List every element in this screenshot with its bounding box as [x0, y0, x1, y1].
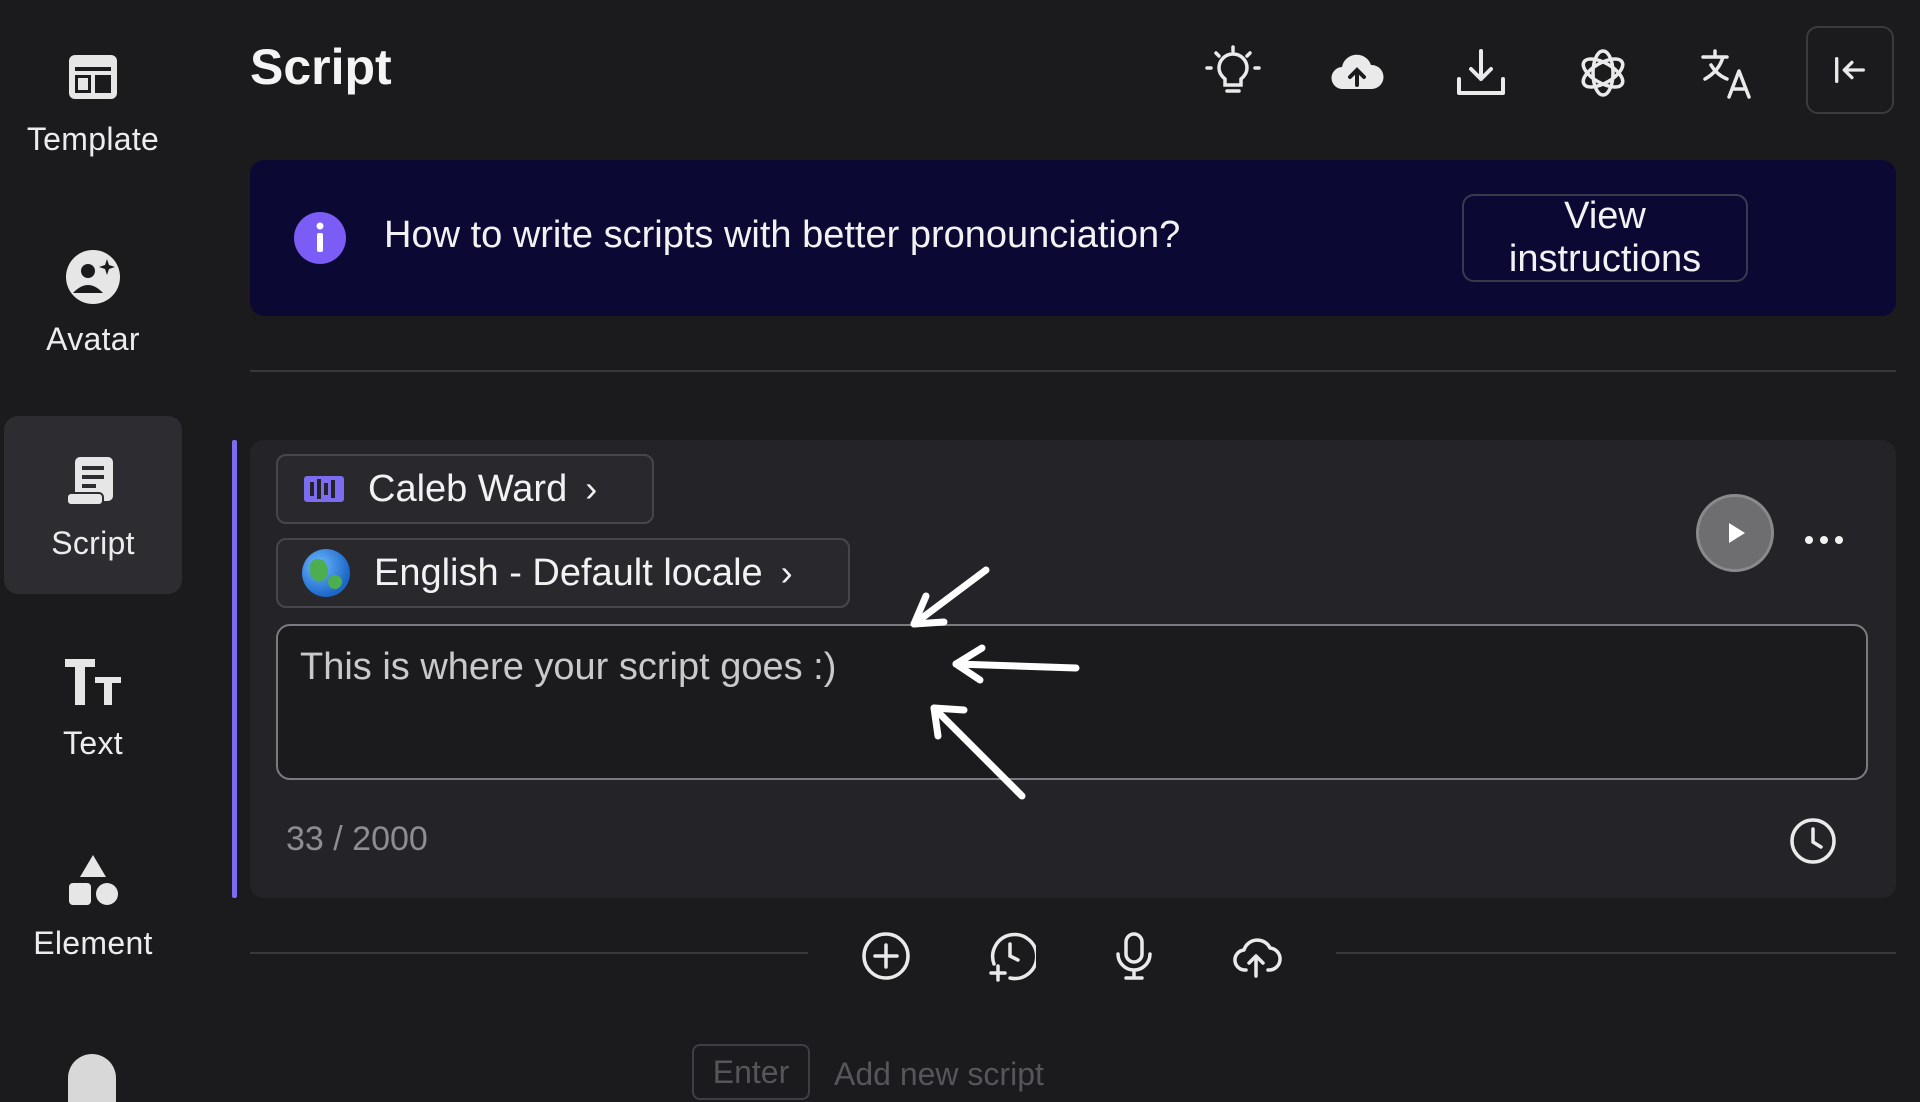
play-icon — [1729, 523, 1745, 543]
sidebar-item-script[interactable]: Script — [4, 416, 182, 594]
text-icon — [65, 658, 121, 705]
save-cloud-button[interactable] — [1322, 38, 1392, 108]
sidebar-item-text[interactable]: Text — [4, 616, 182, 794]
locale-name: English - Default locale — [374, 551, 763, 594]
add-new-script-hint: Add new script — [834, 1056, 1044, 1092]
chevron-right-icon: › — [585, 468, 598, 509]
sidebar-partial-icon[interactable] — [68, 1054, 116, 1102]
character-counter: 33 / 2000 — [286, 820, 428, 858]
clock-icon[interactable] — [1788, 816, 1838, 866]
more-horizontal-icon — [1805, 536, 1843, 544]
sidebar: Template Avatar Script Text Element — [0, 0, 188, 1102]
template-icon — [69, 54, 117, 99]
script-icon — [66, 456, 113, 506]
collapse-panel-icon — [1835, 56, 1865, 84]
record-voice-button[interactable] — [1106, 928, 1162, 984]
download-button[interactable] — [1446, 38, 1516, 108]
divider — [1336, 952, 1896, 954]
sidebar-item-label: Template — [26, 120, 160, 157]
translate-button[interactable] — [1692, 38, 1762, 108]
voice-waveform-icon — [304, 476, 344, 502]
chevron-right-icon: › — [780, 552, 793, 593]
annotation-arrows — [910, 566, 1080, 800]
view-instructions-button[interactable]: View instructions — [1462, 194, 1748, 282]
cloud-upload-icon — [1233, 938, 1282, 978]
card-accent-bar — [232, 440, 237, 898]
banner-text: How to write scripts with better pronoun… — [384, 214, 1181, 256]
add-pause-button[interactable] — [982, 928, 1038, 984]
ideas-button[interactable] — [1198, 38, 1268, 108]
sidebar-item-element[interactable]: Element — [4, 816, 182, 994]
openai-icon — [1581, 49, 1625, 97]
history-add-icon — [989, 932, 1036, 982]
sidebar-item-label: Script — [51, 524, 135, 561]
cloud-upload-icon — [1331, 54, 1384, 90]
sidebar-item-avatar[interactable]: Avatar — [4, 212, 182, 390]
divider — [250, 370, 1896, 372]
sidebar-item-label: Text — [63, 724, 123, 761]
enter-key-hint: Enter — [692, 1044, 810, 1100]
globe-icon — [302, 549, 350, 597]
element-icon — [69, 854, 118, 905]
download-icon — [1457, 49, 1505, 95]
play-preview-button[interactable] — [1696, 494, 1774, 572]
collapse-panel-button[interactable] — [1806, 26, 1894, 114]
page-title: Script — [250, 39, 392, 95]
pronunciation-tip-banner: How to write scripts with better pronoun… — [250, 160, 1896, 316]
sidebar-item-label: Avatar — [46, 320, 140, 357]
microphone-icon — [1116, 932, 1152, 980]
add-circle-icon — [862, 932, 910, 980]
ai-assistant-button[interactable] — [1568, 38, 1638, 108]
sidebar-item-label: Element — [33, 924, 153, 961]
lightbulb-icon — [1205, 45, 1261, 93]
divider — [250, 952, 808, 954]
avatar-icon — [66, 249, 120, 304]
add-script-button[interactable] — [858, 928, 914, 984]
info-icon — [294, 212, 346, 264]
more-options-button[interactable] — [1804, 510, 1844, 555]
upload-audio-button[interactable] — [1228, 928, 1284, 984]
translate-icon — [1701, 49, 1751, 99]
locale-selector[interactable]: English - Default locale › — [276, 538, 850, 608]
sidebar-item-template[interactable]: Template — [4, 12, 182, 190]
voice-selector[interactable]: Caleb Ward › — [276, 454, 654, 524]
voice-name: Caleb Ward — [368, 467, 568, 510]
